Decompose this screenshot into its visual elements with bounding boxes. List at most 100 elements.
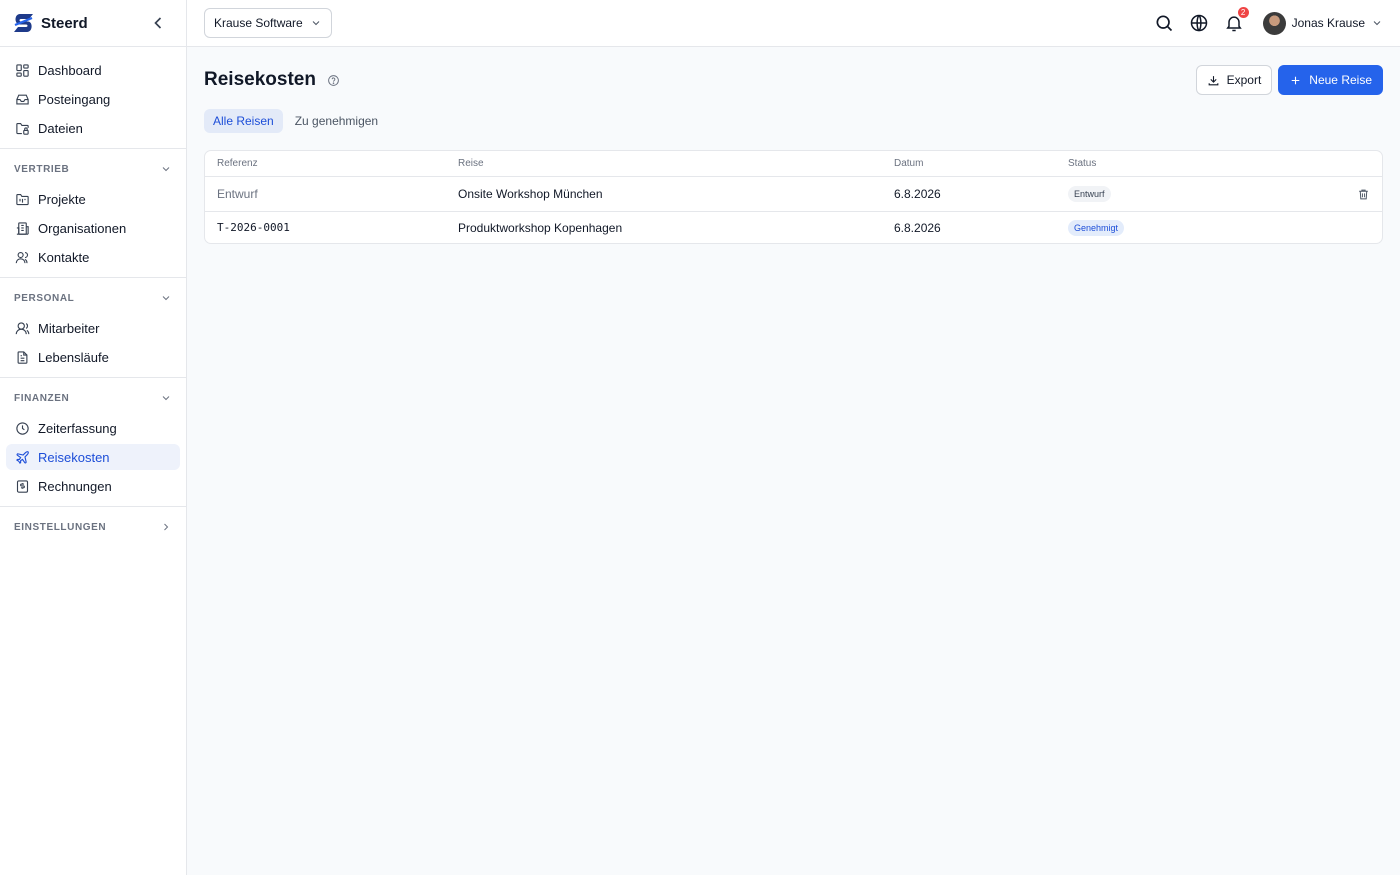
cell-datum: 6.8.2026 — [894, 187, 941, 201]
sidebar-item-lebenslaeufe[interactable]: Lebensläufe — [6, 344, 180, 370]
cell-status: Entwurf — [1068, 186, 1350, 202]
chevron-down-icon — [310, 17, 322, 29]
cell-status: Genehmigt — [1068, 219, 1350, 236]
sidebar-item-label: Organisationen — [38, 220, 127, 236]
user-menu[interactable]: Jonas Krause — [1262, 11, 1383, 35]
divider — [0, 506, 186, 507]
topbar-actions: 2 Jonas Krause — [1154, 7, 1383, 35]
new-trip-button[interactable]: Neue Reise — [1278, 65, 1383, 95]
sidebar-item-posteingang[interactable]: Posteingang — [6, 86, 180, 112]
brand-header: Steerd — [0, 0, 186, 47]
page-title: Reisekosten — [204, 69, 316, 90]
sidebar-item-label: Projekte — [38, 191, 86, 207]
sidebar-item-label: Posteingang — [38, 91, 111, 107]
sidebar-item-reisekosten[interactable]: Reisekosten — [6, 444, 180, 470]
receipt-icon — [15, 479, 30, 494]
sidebar-item-label: Zeiterfassung — [38, 420, 117, 436]
new-trip-label: Neue Reise — [1309, 73, 1372, 87]
chevron-down-icon — [160, 292, 172, 304]
sidebar-item-label: Mitarbeiter — [38, 320, 100, 336]
trash-icon[interactable] — [1357, 188, 1370, 201]
column-header-referenz[interactable]: Referenz — [217, 158, 458, 169]
sidebar-item-dateien[interactable]: Dateien — [6, 115, 180, 141]
section-title: VERTRIEB — [14, 163, 70, 175]
status-badge: Genehmigt — [1068, 219, 1125, 236]
search-button[interactable] — [1154, 13, 1174, 33]
column-header-datum[interactable]: Datum — [894, 158, 1068, 169]
language-button[interactable] — [1189, 13, 1209, 33]
topbar: Krause Software 2 Jonas Krause — [187, 0, 1400, 47]
sidebar-item-label: Dashboard — [38, 62, 102, 78]
avatar — [1262, 11, 1286, 35]
building-icon — [15, 221, 30, 236]
sidebar-item-dashboard[interactable]: Dashboard — [6, 57, 180, 83]
download-icon — [1207, 74, 1220, 87]
chevron-right-icon — [160, 521, 172, 533]
user-name: Jonas Krause — [1291, 16, 1365, 30]
sidebar-item-mitarbeiter[interactable]: Mitarbeiter — [6, 315, 180, 341]
section-title: EINSTELLUNGEN — [14, 521, 107, 533]
cell-referenz: T-2026-0001 — [217, 221, 290, 234]
sidebar-item-label: Kontakte — [38, 249, 90, 265]
inbox-icon — [15, 92, 30, 107]
section-toggle-finanzen[interactable]: FINANZEN — [6, 386, 180, 410]
divider — [0, 148, 186, 149]
sidebar-item-zeiterfassung[interactable]: Zeiterfassung — [6, 415, 180, 441]
clock-icon — [15, 421, 30, 436]
notifications-button[interactable]: 2 — [1224, 7, 1249, 33]
notification-count-badge: 2 — [1237, 7, 1249, 18]
table-header: Referenz Reise Datum Status — [205, 151, 1382, 177]
cell-referenz: Entwurf — [217, 187, 258, 201]
sidebar-item-rechnungen[interactable]: Rechnungen — [6, 473, 180, 499]
help-icon[interactable] — [327, 74, 340, 87]
sidebar-item-projekte[interactable]: Projekte — [6, 186, 180, 212]
sidebar: Steerd Dashboard Posteingang Dateien VER… — [0, 0, 187, 875]
tab-zu-genehmigen[interactable]: Zu genehmigen — [286, 109, 387, 133]
sidebar-item-organisationen[interactable]: Organisationen — [6, 215, 180, 241]
chevron-down-icon — [1371, 17, 1383, 29]
collapse-sidebar-button[interactable] — [148, 13, 168, 33]
section-toggle-vertrieb[interactable]: VERTRIEB — [6, 157, 180, 181]
section-title: FINANZEN — [14, 392, 70, 404]
folder-kanban-icon — [15, 192, 30, 207]
divider — [0, 277, 186, 278]
column-header-status[interactable]: Status — [1068, 158, 1350, 169]
users-icon — [15, 250, 30, 265]
app-root: Steerd Dashboard Posteingang Dateien VER… — [0, 0, 1400, 875]
chevron-down-icon — [160, 392, 172, 404]
sidebar-item-label: Rechnungen — [38, 478, 112, 494]
search-icon — [1156, 15, 1172, 32]
filter-tabs: Alle Reisen Zu genehmigen — [204, 109, 1383, 133]
cell-actions — [1350, 188, 1370, 201]
user-icon — [15, 321, 30, 336]
organization-select[interactable]: Krause Software — [204, 8, 332, 38]
tab-alle-reisen[interactable]: Alle Reisen — [204, 109, 283, 133]
steerd-logo-icon — [12, 11, 36, 35]
plus-icon — [1289, 74, 1302, 87]
table-row[interactable]: T-2026-0001 Produktworkshop Kopenhagen 6… — [205, 212, 1382, 243]
main-area: Krause Software 2 Jonas Krause Reisekost… — [187, 0, 1400, 875]
section-toggle-personal[interactable]: PERSONAL — [6, 286, 180, 310]
cell-datum: 6.8.2026 — [894, 220, 941, 235]
table-row[interactable]: Entwurf Onsite Workshop München 6.8.2026… — [205, 177, 1382, 212]
page-actions: Export Neue Reise — [1195, 65, 1383, 95]
cell-reise: Onsite Workshop München — [458, 187, 603, 201]
export-button[interactable]: Export — [1195, 65, 1273, 95]
sidebar-item-label: Reisekosten — [38, 449, 110, 465]
dashboard-icon — [15, 63, 30, 78]
sidebar-item-label: Dateien — [38, 120, 83, 136]
chevron-down-icon — [160, 163, 172, 175]
export-label: Export — [1226, 73, 1262, 87]
page-header: Reisekosten Export Neue Reise — [204, 65, 1383, 95]
organization-name: Krause Software — [214, 16, 303, 30]
section-toggle-einstellungen[interactable]: EINSTELLUNGEN — [6, 515, 180, 539]
section-title: PERSONAL — [14, 292, 75, 304]
column-header-reise[interactable]: Reise — [458, 158, 894, 169]
page-content: Reisekosten Export Neue Reise Alle Reise… — [187, 47, 1400, 262]
trips-table: Referenz Reise Datum Status Entwurf Onsi… — [204, 150, 1383, 244]
sidebar-item-kontakte[interactable]: Kontakte — [6, 244, 180, 270]
folder-lock-icon — [15, 121, 30, 136]
plane-icon — [15, 450, 30, 465]
divider — [0, 377, 186, 378]
brand-name: Steerd — [41, 14, 88, 32]
